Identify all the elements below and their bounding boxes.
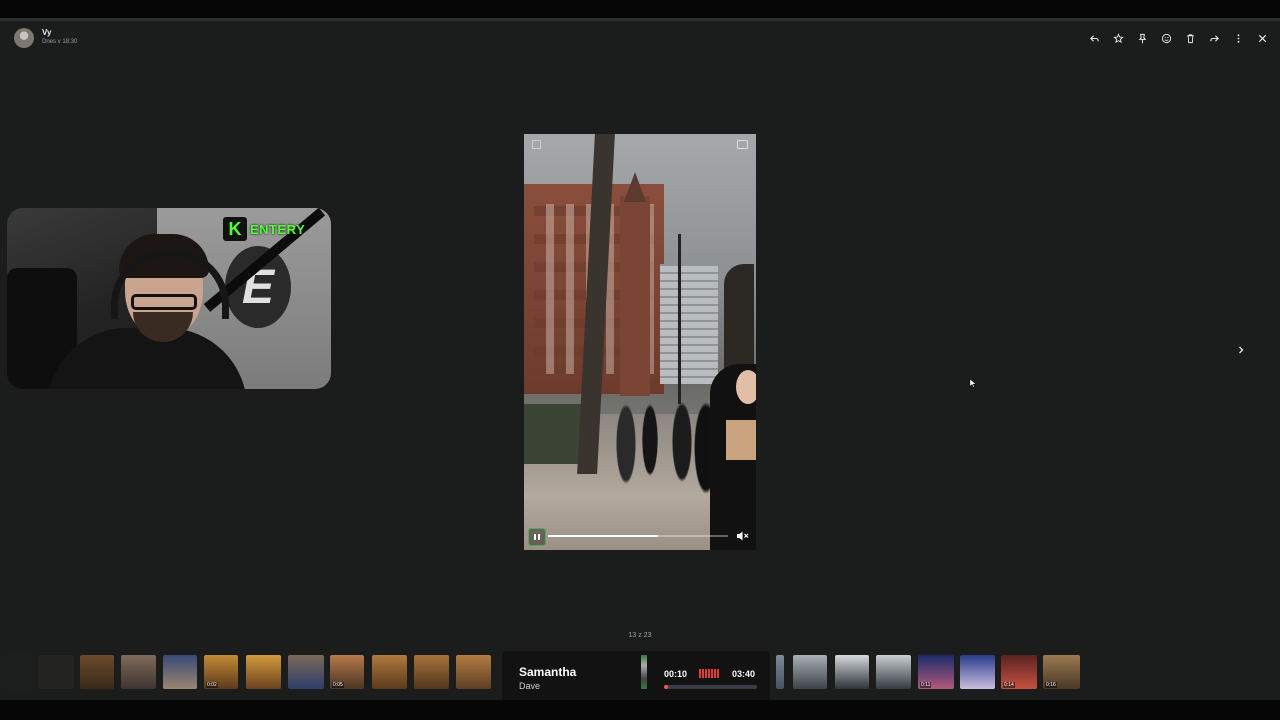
pin-icon[interactable] [1130, 30, 1154, 46]
star-icon[interactable] [1106, 30, 1130, 46]
video-woman-scarf [726, 420, 756, 460]
top-bar [0, 0, 1280, 18]
thumbnail[interactable] [121, 655, 156, 689]
next-arrow-icon[interactable] [1234, 343, 1248, 357]
top-divider [0, 18, 1280, 21]
trash-icon[interactable] [1178, 30, 1202, 46]
track-current-time: 00:10 [664, 669, 688, 679]
fullscreen-icon[interactable] [532, 140, 541, 149]
bottom-bar [0, 700, 1280, 720]
video-spire [624, 172, 646, 202]
toolbar [1082, 30, 1274, 46]
thumbnail[interactable] [38, 655, 74, 689]
pause-button[interactable] [528, 528, 546, 546]
mute-icon[interactable] [736, 529, 750, 541]
thumbnail[interactable] [246, 655, 281, 689]
track-progress-fill [664, 685, 669, 689]
thumbnail[interactable] [960, 655, 995, 689]
thumbnail[interactable]: 0:05 [330, 655, 364, 689]
emoji-icon[interactable] [1154, 30, 1178, 46]
thumbnail-duration: 0:11 [920, 682, 932, 688]
thumbnail[interactable] [80, 655, 114, 689]
video-lamp-post [678, 234, 681, 404]
sent-time: Dnes v 18:30 [42, 39, 78, 45]
thumbnail[interactable] [372, 655, 407, 689]
thumbnail-duration: 0:02 [206, 682, 218, 688]
thumbnail[interactable]: 0:16 [1043, 655, 1080, 689]
mouse-cursor-icon [969, 376, 977, 394]
track-total-time: 03:40 [732, 669, 756, 679]
more-icon[interactable] [1226, 30, 1250, 46]
sender-name: Vy [42, 28, 52, 37]
close-icon[interactable] [1250, 30, 1274, 46]
video-controls [524, 528, 756, 550]
webcam-glasses [131, 294, 197, 310]
track-title: Samantha [519, 665, 577, 679]
open-external-icon[interactable] [737, 140, 748, 149]
avatar[interactable] [14, 28, 34, 48]
video-player[interactable] [524, 134, 756, 550]
thumbnail[interactable] [793, 655, 827, 689]
track-progress-bar[interactable] [664, 685, 757, 689]
video-tower [620, 196, 650, 396]
thumbnail[interactable] [776, 655, 784, 689]
music-player[interactable]: Samantha Dave 00:10 03:40 [502, 651, 770, 708]
thumbnail-duration: 0:16 [1045, 682, 1057, 688]
thumbnail[interactable] [876, 655, 911, 689]
streamer-logo-text: ENTERY [250, 221, 306, 237]
video-woman-face [736, 370, 756, 404]
album-art-strip [641, 655, 647, 689]
streamer-logo-initial: K [223, 217, 247, 241]
thumbnail[interactable] [835, 655, 869, 689]
thumbnail[interactable] [0, 655, 34, 689]
thumbnail-duration: 0:14 [1003, 682, 1015, 688]
streamer-logo: K ENTERY [223, 216, 305, 242]
reply-icon[interactable] [1082, 30, 1106, 46]
video-seek-fill [548, 535, 658, 537]
webcam-overlay: E K ENTERY [7, 208, 331, 389]
equalizer-icon [699, 669, 719, 678]
thumbnail-duration: 0:05 [332, 682, 344, 688]
thumbnail[interactable] [288, 655, 324, 689]
thumbnail[interactable] [456, 655, 491, 689]
video-seek-bar[interactable] [548, 535, 728, 537]
video-office-building [660, 264, 718, 384]
thumbnail[interactable] [163, 655, 197, 689]
thumbnail[interactable] [414, 655, 449, 689]
video-planter [524, 404, 584, 464]
track-artist: Dave [519, 681, 541, 691]
thumbnail[interactable]: 0:02 [204, 655, 238, 689]
forward-icon[interactable] [1202, 30, 1226, 46]
thumbnail[interactable]: 0:11 [918, 655, 954, 689]
thumbnail[interactable]: 0:14 [1001, 655, 1037, 689]
media-counter: 13 z 23 [628, 632, 652, 639]
